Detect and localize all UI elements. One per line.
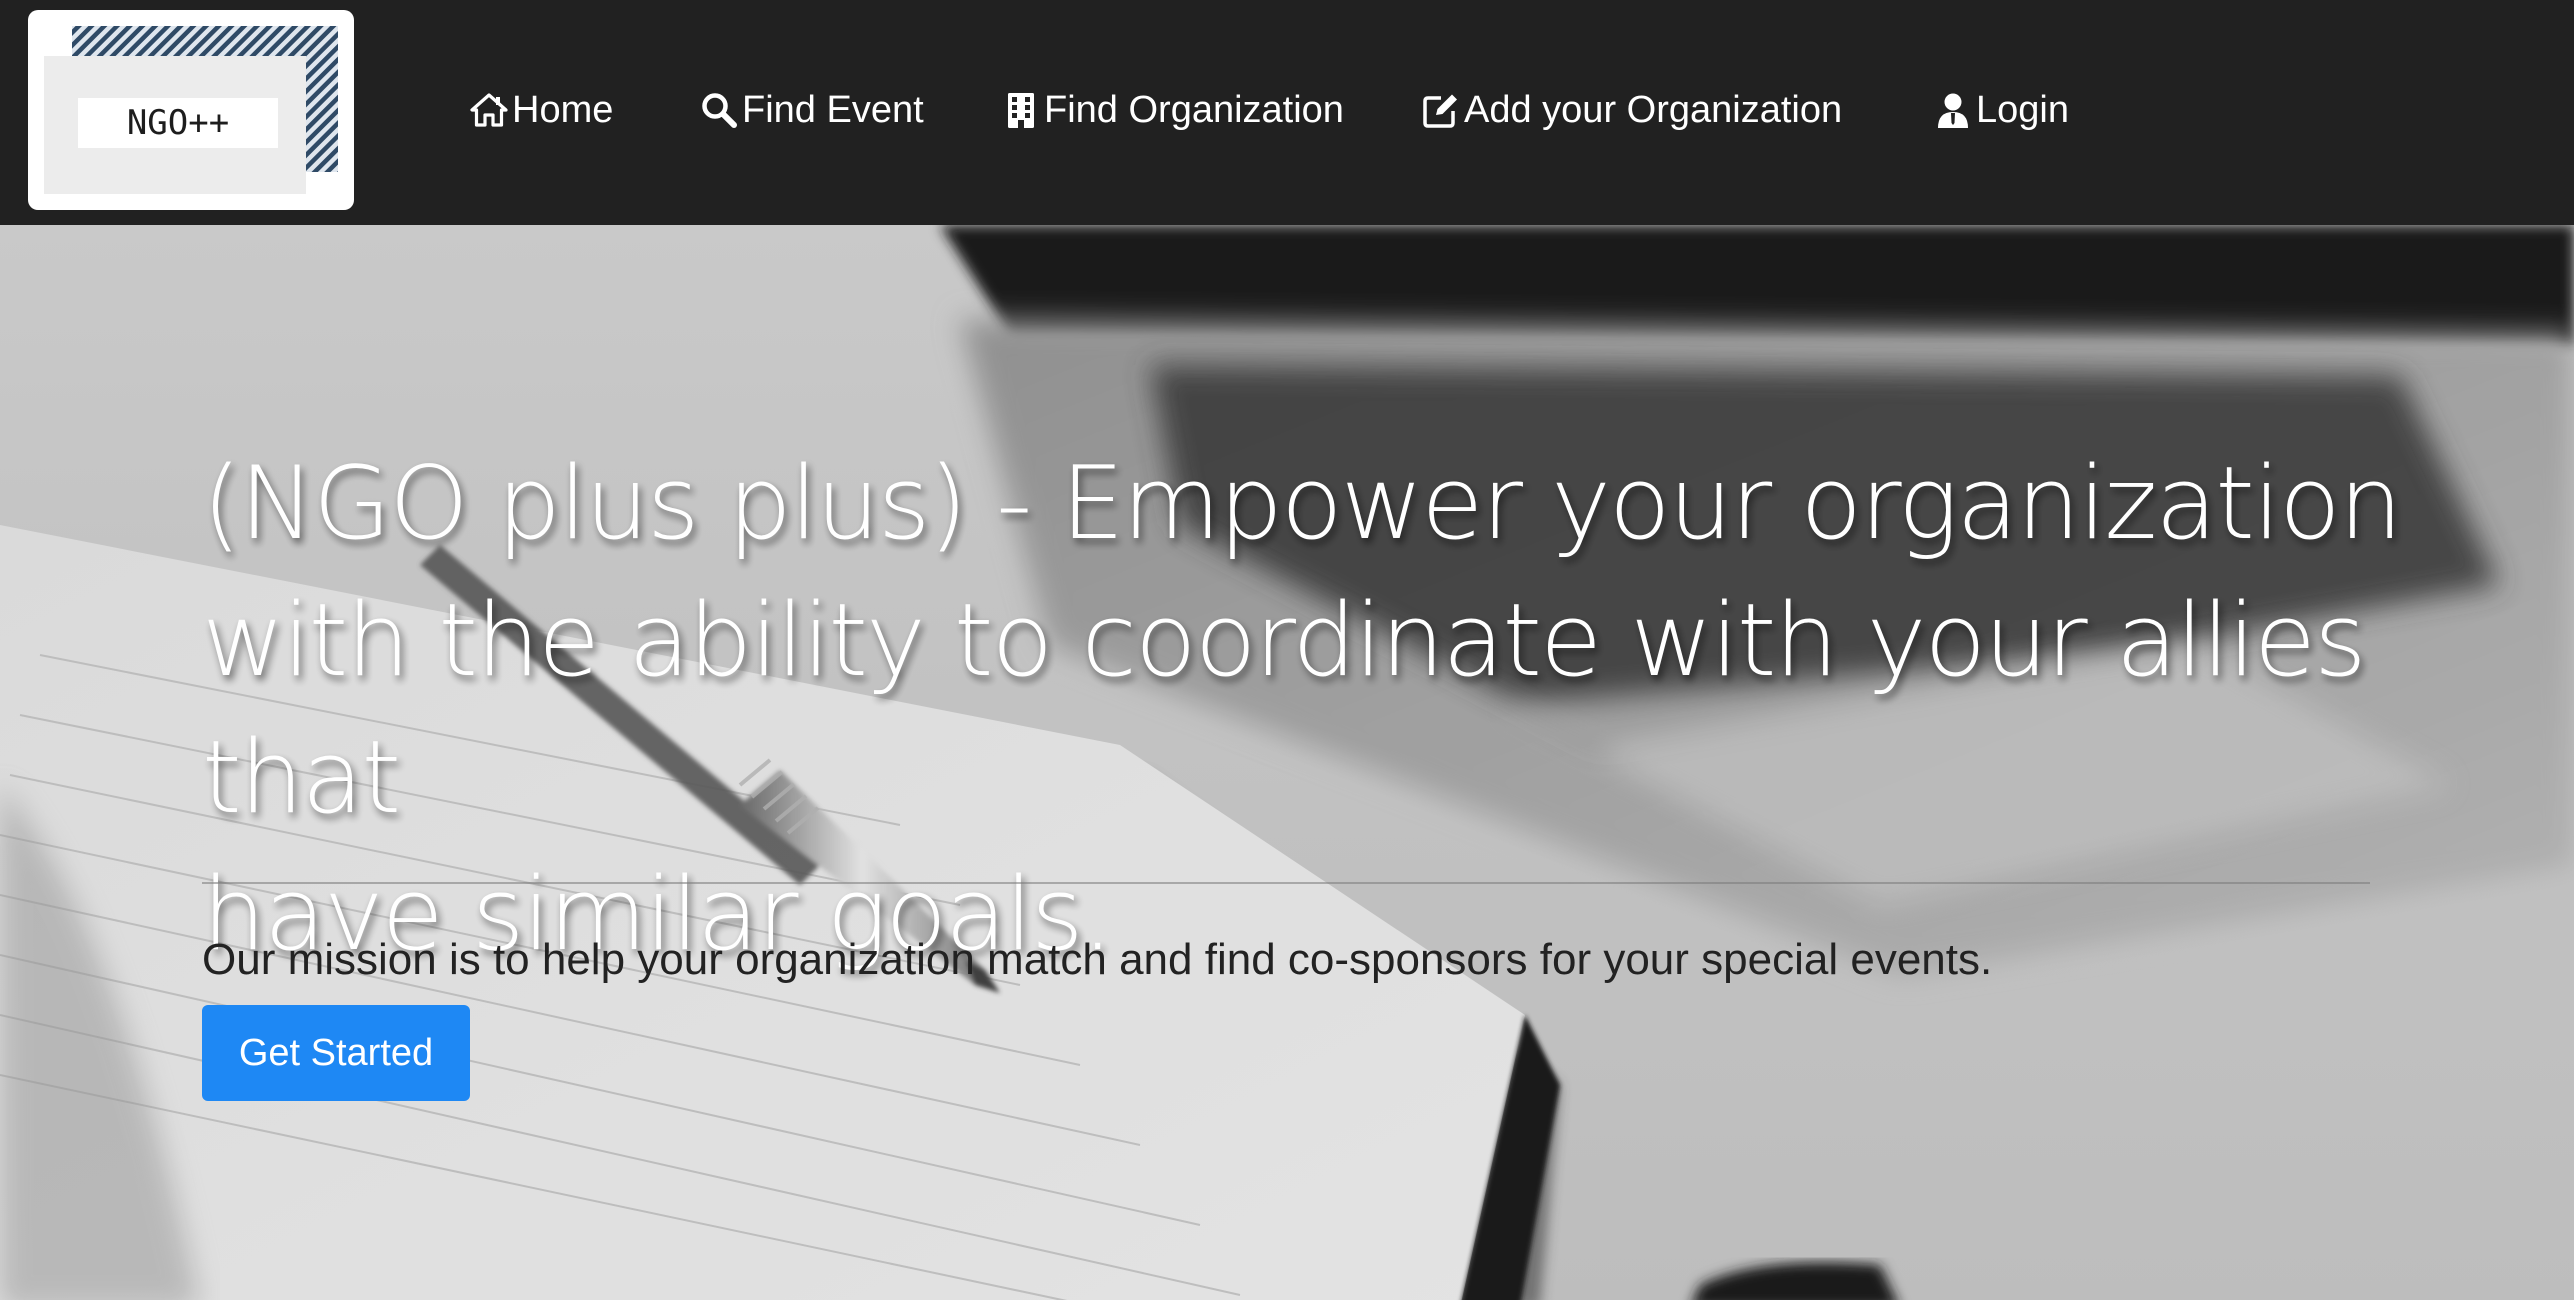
get-started-button[interactable]: Get Started bbox=[202, 1005, 470, 1101]
nav-login[interactable]: Login bbox=[1932, 80, 2069, 140]
hero-divider bbox=[202, 882, 2370, 884]
building-icon bbox=[1000, 90, 1042, 130]
logo-text: NGO++ bbox=[126, 103, 230, 143]
search-icon bbox=[698, 90, 740, 130]
nav-find-organization-label: Find Organization bbox=[1044, 88, 1344, 131]
nav-home[interactable]: Home bbox=[468, 80, 613, 140]
top-navbar: NGO++ Home Find Event Find Organization … bbox=[0, 0, 2574, 225]
hero-heading-line-2: with the ability to coordinate with your… bbox=[202, 581, 2367, 836]
nav-add-organization[interactable]: Add your Organization bbox=[1420, 80, 1842, 140]
user-icon bbox=[1932, 90, 1974, 130]
brand-logo[interactable]: NGO++ bbox=[28, 10, 354, 210]
nav-find-event-label: Find Event bbox=[742, 88, 924, 131]
hero-section: (NGO plus plus) - Empower your organizat… bbox=[0, 225, 2574, 1308]
home-icon bbox=[468, 90, 510, 130]
hero-heading: (NGO plus plus) - Empower your organizat… bbox=[202, 435, 2403, 983]
page-bottom-strip bbox=[0, 1300, 2574, 1308]
nav-find-organization[interactable]: Find Organization bbox=[1000, 80, 1344, 140]
nav-login-label: Login bbox=[1976, 88, 2069, 131]
edit-icon bbox=[1420, 90, 1462, 130]
nav-home-label: Home bbox=[512, 88, 614, 131]
nav-add-organization-label: Add your Organization bbox=[1464, 88, 1843, 131]
nav-find-event[interactable]: Find Event bbox=[698, 80, 924, 140]
mission-statement: Our mission is to help your organization… bbox=[202, 935, 1993, 984]
hero-heading-line-1: (NGO plus plus) - Empower your organizat… bbox=[202, 444, 2403, 562]
